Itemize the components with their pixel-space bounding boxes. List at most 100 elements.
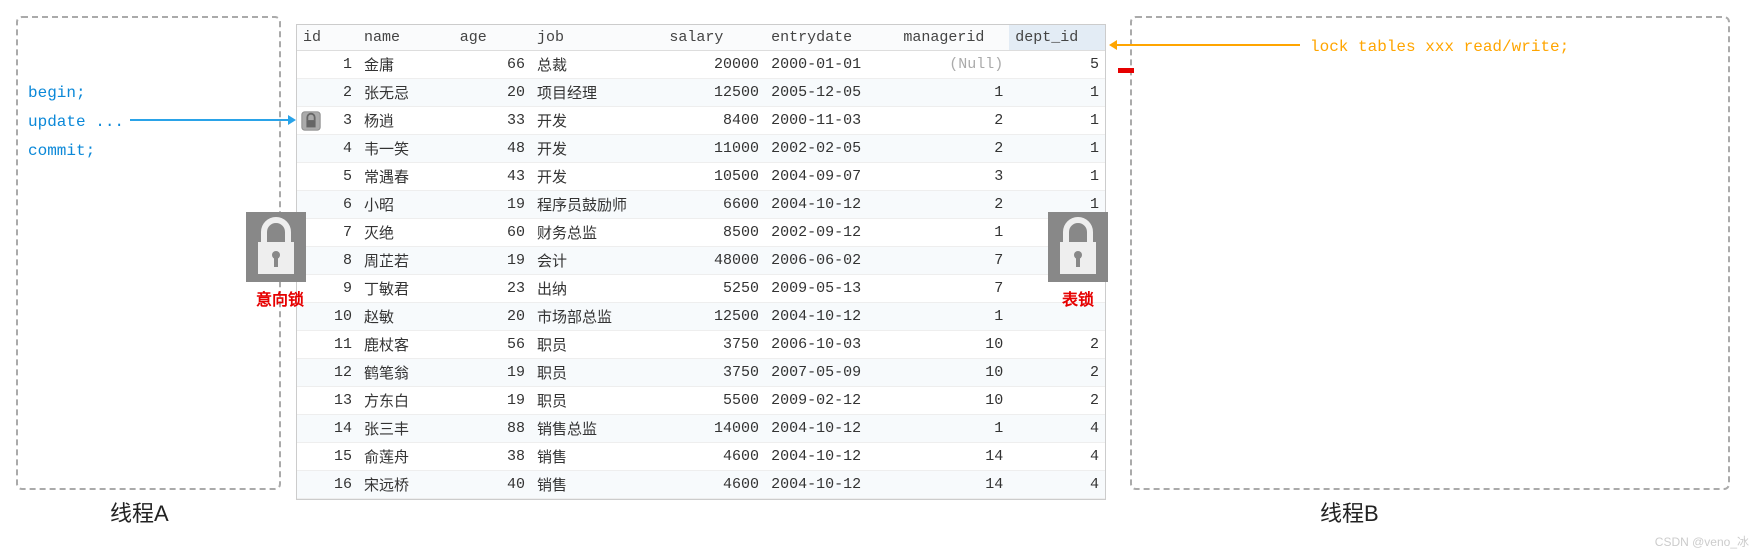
table-cell: 项目经理 xyxy=(531,79,663,107)
table-cell: 48000 xyxy=(663,247,765,275)
table-cell: 33 xyxy=(454,107,531,135)
table-cell: 20 xyxy=(454,303,531,331)
table-cell: 4 xyxy=(1009,415,1105,443)
table-cell: 2006-10-03 xyxy=(765,331,897,359)
table-cell: 1 xyxy=(1009,163,1105,191)
table-cell: 丁敏君 xyxy=(358,275,454,303)
table-cell: 38 xyxy=(454,443,531,471)
sql-lock-tables: lock tables xxx read/write; xyxy=(1310,38,1569,56)
table-cell: 7 xyxy=(897,275,1009,303)
table-cell: 鹿杖客 xyxy=(358,331,454,359)
table-cell: 2004-09-07 xyxy=(765,163,897,191)
table-cell: 周芷若 xyxy=(358,247,454,275)
table-cell: 14 xyxy=(897,471,1009,499)
table-cell: 1 xyxy=(297,51,358,79)
table-cell: 3750 xyxy=(663,331,765,359)
arrow-lock-to-table xyxy=(1115,44,1300,46)
table-cell: 9 xyxy=(297,275,358,303)
table-cell: 8500 xyxy=(663,219,765,247)
row-lock-icon xyxy=(300,110,322,132)
table-cell: 19 xyxy=(454,247,531,275)
intent-lock-icon xyxy=(246,212,306,282)
table-cell: 2000-11-03 xyxy=(765,107,897,135)
data-table: id name age job salary entrydate manager… xyxy=(297,25,1105,499)
table-cell: 11000 xyxy=(663,135,765,163)
table-cell: 灭绝 xyxy=(358,219,454,247)
table-cell: 10 xyxy=(897,387,1009,415)
table-cell: 2009-05-13 xyxy=(765,275,897,303)
table-row: 10赵敏20市场部总监125002004-10-121 xyxy=(297,303,1105,331)
table-cell: 杨逍 xyxy=(358,107,454,135)
table-cell: 4600 xyxy=(663,443,765,471)
table-lock-icon xyxy=(1048,212,1108,282)
table-cell: 5250 xyxy=(663,275,765,303)
table-cell: 销售 xyxy=(531,471,663,499)
table-cell: 48 xyxy=(454,135,531,163)
table-cell: 16 xyxy=(297,471,358,499)
table-cell: 2007-05-09 xyxy=(765,359,897,387)
table-row: 7灭绝60财务总监85002002-09-1213 xyxy=(297,219,1105,247)
arrow-update-to-row xyxy=(130,119,290,121)
table-cell: 2 xyxy=(297,79,358,107)
table-cell: 13 xyxy=(297,387,358,415)
table-cell: 职员 xyxy=(531,359,663,387)
intent-lock-label: 意向锁 xyxy=(256,286,304,310)
table-cell: 19 xyxy=(454,387,531,415)
table-cell: 1 xyxy=(897,219,1009,247)
table-cell: 12 xyxy=(297,359,358,387)
table-cell: 俞莲舟 xyxy=(358,443,454,471)
table-cell: 56 xyxy=(454,331,531,359)
table-cell: 1 xyxy=(897,303,1009,331)
table-row: 16宋远桥40销售46002004-10-12144 xyxy=(297,471,1105,499)
thread-b-label: 线程B xyxy=(1320,496,1379,528)
table-cell: 2 xyxy=(897,135,1009,163)
table-cell: 2002-02-05 xyxy=(765,135,897,163)
table-cell: 20000 xyxy=(663,51,765,79)
table-cell: 2009-02-12 xyxy=(765,387,897,415)
table-cell: 10 xyxy=(897,359,1009,387)
table-cell: 5 xyxy=(1009,51,1105,79)
blocked-indicator xyxy=(1118,68,1134,73)
table-cell: 8400 xyxy=(663,107,765,135)
table-cell: 2000-01-01 xyxy=(765,51,897,79)
table-cell: 2 xyxy=(1009,359,1105,387)
table-cell: 张无忌 xyxy=(358,79,454,107)
table-cell: 财务总监 xyxy=(531,219,663,247)
table-cell: 2004-10-12 xyxy=(765,415,897,443)
table-row: 5常遇春43开发105002004-09-0731 xyxy=(297,163,1105,191)
table-cell: 2002-09-12 xyxy=(765,219,897,247)
table-cell: 3750 xyxy=(663,359,765,387)
table-cell: 8 xyxy=(297,247,358,275)
thread-b-box xyxy=(1130,16,1730,490)
table-cell: 5500 xyxy=(663,387,765,415)
table-row: 13方东白19职员55002009-02-12102 xyxy=(297,387,1105,415)
table-cell: 职员 xyxy=(531,387,663,415)
table-cell: 方东白 xyxy=(358,387,454,415)
table-cell: 1 xyxy=(1009,107,1105,135)
table-cell: 2006-06-02 xyxy=(765,247,897,275)
table-cell: 11 xyxy=(297,331,358,359)
table-cell: 开发 xyxy=(531,135,663,163)
col-id: id xyxy=(297,25,358,51)
table-cell: 4600 xyxy=(663,471,765,499)
table-cell: 7 xyxy=(897,247,1009,275)
table-cell: 14000 xyxy=(663,415,765,443)
table-cell: 市场部总监 xyxy=(531,303,663,331)
table-cell: 开发 xyxy=(531,163,663,191)
table-cell: 12500 xyxy=(663,303,765,331)
table-row: 2张无忌20项目经理125002005-12-0511 xyxy=(297,79,1105,107)
table-cell: 金庸 xyxy=(358,51,454,79)
data-table-container: id name age job salary entrydate manager… xyxy=(296,24,1106,500)
table-cell: 15 xyxy=(297,443,358,471)
col-name: name xyxy=(358,25,454,51)
table-cell: 4 xyxy=(1009,471,1105,499)
table-cell: 1 xyxy=(897,415,1009,443)
table-cell: 宋远桥 xyxy=(358,471,454,499)
table-cell: 88 xyxy=(454,415,531,443)
table-cell: 10500 xyxy=(663,163,765,191)
table-cell: 19 xyxy=(454,191,531,219)
table-cell: 2004-10-12 xyxy=(765,191,897,219)
table-cell: 销售 xyxy=(531,443,663,471)
table-cell: 60 xyxy=(454,219,531,247)
table-row: 14张三丰88销售总监140002004-10-1214 xyxy=(297,415,1105,443)
